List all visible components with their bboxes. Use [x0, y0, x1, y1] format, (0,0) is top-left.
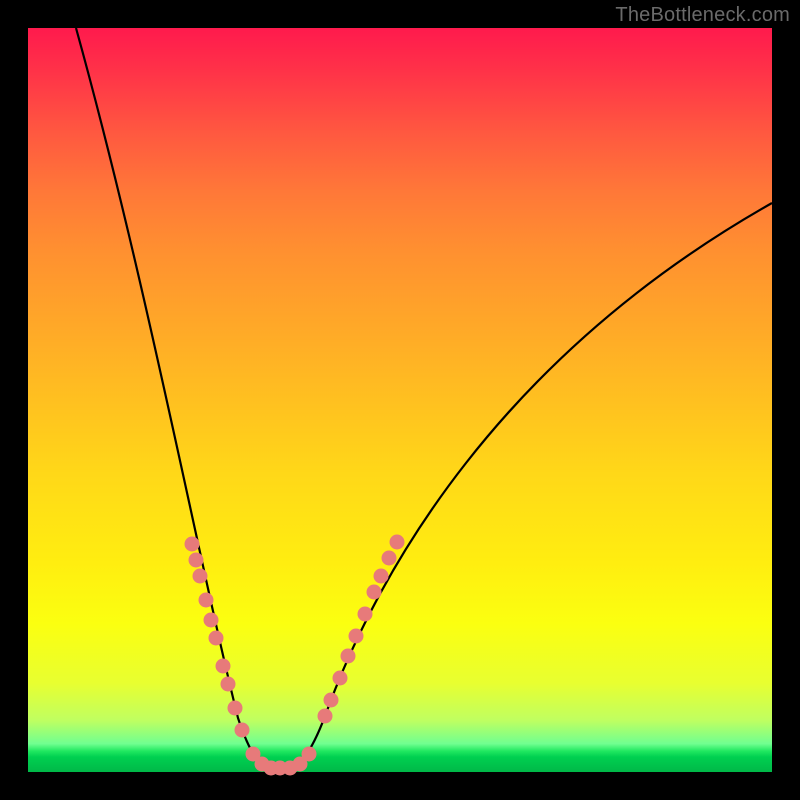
data-point [318, 709, 333, 724]
data-point [374, 569, 389, 584]
data-point [358, 607, 373, 622]
data-point [390, 535, 405, 550]
data-point [228, 701, 243, 716]
data-point [221, 677, 236, 692]
data-point [235, 723, 250, 738]
data-point [193, 569, 208, 584]
data-point [189, 553, 204, 568]
data-point [382, 551, 397, 566]
data-point [349, 629, 364, 644]
chart-svg [28, 28, 772, 772]
plot-area [28, 28, 772, 772]
data-point [341, 649, 356, 664]
data-point [367, 585, 382, 600]
data-point [302, 747, 317, 762]
data-point [199, 593, 214, 608]
chart-container: TheBottleneck.com [0, 0, 800, 800]
data-point [216, 659, 231, 674]
data-point [204, 613, 219, 628]
watermark-text: TheBottleneck.com [615, 4, 790, 27]
bottleneck-curve [76, 28, 772, 768]
dots-bottom-group [246, 747, 317, 776]
dots-left-group [185, 537, 250, 738]
data-point [333, 671, 348, 686]
data-point [185, 537, 200, 552]
data-point [324, 693, 339, 708]
data-point [209, 631, 224, 646]
